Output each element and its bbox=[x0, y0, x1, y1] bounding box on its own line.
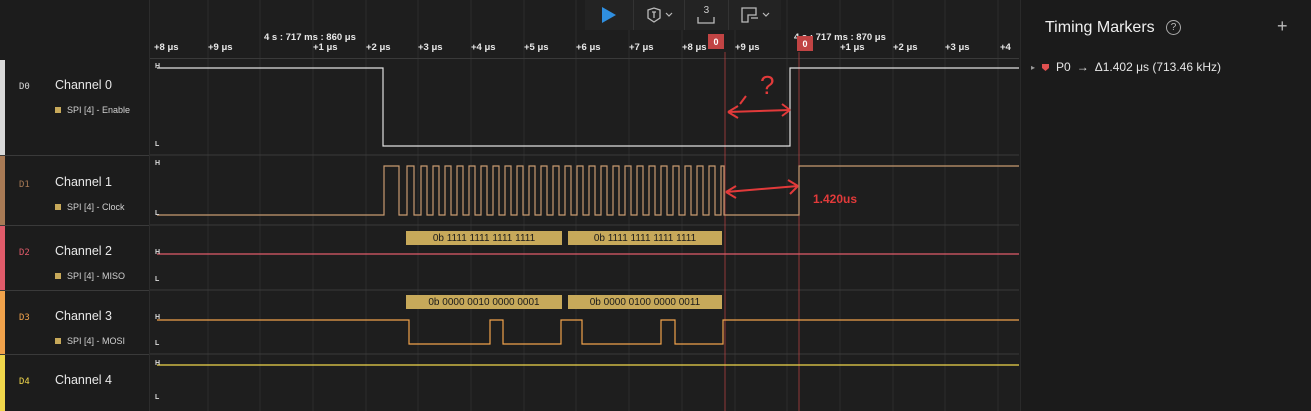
ruler-absolute-time-left: 4 s : 717 ms : 860 μs bbox=[264, 32, 356, 43]
channel-color-stripe bbox=[0, 60, 5, 155]
ruler-tick: +9 μs bbox=[208, 42, 233, 53]
channel-tag: D2 bbox=[19, 248, 30, 258]
channel-row-4[interactable]: D4 Channel 4 bbox=[0, 355, 149, 411]
waveform-view[interactable]: H L H L H L H L H L 0b 1111 1111 1111 11… bbox=[150, 0, 1019, 411]
ruler-tick: +2 μs bbox=[366, 42, 391, 53]
level-high-label: H bbox=[155, 249, 161, 256]
play-icon bbox=[601, 7, 616, 23]
channel-tag: D0 bbox=[19, 82, 30, 92]
ruler-tick: +3 μs bbox=[418, 42, 443, 53]
ruler-tick: +4 μs bbox=[471, 42, 496, 53]
waveform-d1 bbox=[157, 165, 1019, 216]
help-icon[interactable]: ? bbox=[1166, 20, 1181, 35]
ruler-tick: +6 μs bbox=[576, 42, 601, 53]
panel-title: Timing Markers bbox=[1045, 19, 1155, 36]
channel-color-stripe bbox=[0, 226, 5, 290]
measure-button[interactable]: 3 bbox=[685, 0, 730, 30]
decode-mosi-frame[interactable]: 0b 0000 0100 0000 0011 bbox=[568, 295, 722, 309]
channel-tag: D3 bbox=[19, 313, 30, 323]
channel-row-1[interactable]: D1 Channel 1 SPI [4] - Clock bbox=[0, 156, 149, 226]
channel-analyzer-label: SPI [4] - Clock bbox=[55, 202, 125, 212]
level-high-label: H bbox=[155, 63, 161, 70]
marker-arrow: → bbox=[1076, 60, 1089, 74]
trigger-icon bbox=[646, 7, 673, 23]
ruler-tick: +5 μs bbox=[524, 42, 549, 53]
annotation-measure: 1.420us bbox=[813, 192, 858, 206]
ruler-tick: +9 μs bbox=[735, 42, 760, 53]
level-low-label: L bbox=[155, 141, 160, 148]
channel-analyzer-label: SPI [4] - Enable bbox=[55, 105, 130, 115]
annotation-arrow-enable bbox=[727, 95, 791, 119]
ruler-tick: +7 μs bbox=[629, 42, 654, 53]
level-low-label: L bbox=[155, 210, 160, 217]
decode-miso-frame[interactable]: 0b 1111 1111 1111 1111 bbox=[406, 231, 562, 245]
timing-markers-panel: Timing Markers ? + ▸ P0 → Δ1.402 μs (713… bbox=[1020, 0, 1311, 411]
channel-name[interactable]: Channel 2 bbox=[55, 244, 112, 258]
marker-delta-value: Δ1.402 μs (713.46 kHz) bbox=[1094, 60, 1222, 74]
channel-color-stripe bbox=[0, 156, 5, 225]
channel-tag: D1 bbox=[19, 180, 30, 190]
annotation-question: ? bbox=[760, 70, 775, 100]
ruler-tick: +2 μs bbox=[893, 42, 918, 53]
channel-list: D0 Channel 0 SPI [4] - Enable D1 Channel… bbox=[0, 0, 150, 411]
level-low-label: L bbox=[155, 394, 160, 401]
add-marker-button[interactable]: + bbox=[1277, 16, 1288, 37]
analyzer-color-dot bbox=[55, 204, 61, 210]
level-high-label: H bbox=[155, 360, 161, 367]
waveform-canvas[interactable] bbox=[150, 0, 1019, 411]
expand-chevron-icon[interactable]: ▸ bbox=[1031, 63, 1035, 72]
timing-marker-flag[interactable]: 0 bbox=[797, 36, 813, 51]
ruler-tick: +1 μs bbox=[840, 42, 865, 53]
analyzer-color-dot bbox=[55, 107, 61, 113]
layout-button[interactable] bbox=[729, 0, 781, 30]
ruler-tick: +4 bbox=[1000, 42, 1011, 53]
channel-color-stripe bbox=[0, 291, 5, 354]
channel-row-2[interactable]: D2 Channel 2 SPI [4] - MISO bbox=[0, 226, 149, 291]
channel-name[interactable]: Channel 4 bbox=[55, 373, 112, 387]
level-low-label: L bbox=[155, 276, 160, 283]
analyzer-color-dot bbox=[55, 273, 61, 279]
ruler-tick: +1 μs bbox=[313, 42, 338, 53]
layout-icon bbox=[741, 7, 770, 23]
marker-pin-icon bbox=[1042, 63, 1050, 71]
trigger-button[interactable] bbox=[634, 0, 685, 30]
ruler-tick: +8 μs bbox=[154, 42, 179, 53]
measure-icon bbox=[697, 17, 716, 24]
marker-list-item[interactable]: ▸ P0 → Δ1.402 μs (713.46 kHz) bbox=[1031, 60, 1221, 74]
waveform-d0 bbox=[157, 67, 1019, 147]
channel-analyzer-label: SPI [4] - MOSI bbox=[55, 336, 125, 346]
decode-mosi-frame[interactable]: 0b 0000 0010 0000 0001 bbox=[406, 295, 562, 309]
channel-name[interactable]: Channel 3 bbox=[55, 309, 112, 323]
analyzer-color-dot bbox=[55, 338, 61, 344]
timing-marker-flag[interactable]: 0 bbox=[708, 34, 724, 49]
ruler-tick: +3 μs bbox=[945, 42, 970, 53]
level-low-label: L bbox=[155, 340, 160, 347]
channel-analyzer-label: SPI [4] - MISO bbox=[55, 271, 125, 281]
marker-name: P0 bbox=[1056, 60, 1071, 74]
decode-miso-frame[interactable]: 0b 1111 1111 1111 1111 bbox=[568, 231, 722, 245]
play-button[interactable] bbox=[585, 0, 634, 30]
waveform-d3 bbox=[157, 319, 1019, 345]
measure-count: 3 bbox=[703, 5, 710, 16]
channel-tag: D4 bbox=[19, 377, 30, 387]
channel-name[interactable]: Channel 1 bbox=[55, 175, 112, 189]
channel-row-3[interactable]: D3 Channel 3 SPI [4] - MOSI bbox=[0, 291, 149, 355]
ruler-tick: +8 μs bbox=[682, 42, 707, 53]
channel-row-0[interactable]: D0 Channel 0 SPI [4] - Enable bbox=[0, 60, 149, 156]
capture-toolbar: 3 bbox=[585, 0, 781, 30]
channel-color-stripe bbox=[0, 355, 5, 411]
level-high-label: H bbox=[155, 314, 161, 321]
time-ruler[interactable]: 4 s : 717 ms : 860 μs 4 s : 717 ms : 870… bbox=[150, 30, 1019, 58]
level-high-label: H bbox=[155, 160, 161, 167]
channel-name[interactable]: Channel 0 bbox=[55, 78, 112, 92]
